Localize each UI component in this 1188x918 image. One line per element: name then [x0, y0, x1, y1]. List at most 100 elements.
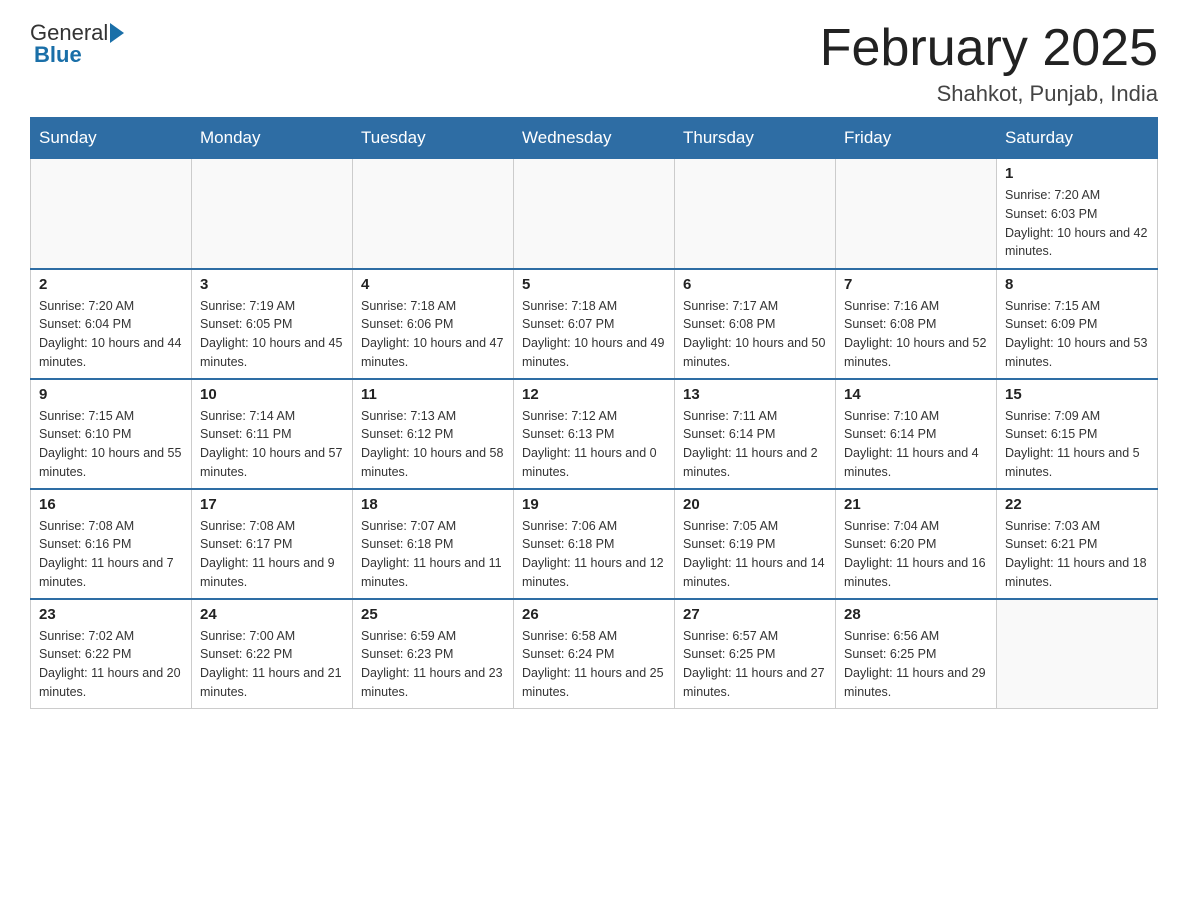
day-info: Sunrise: 7:17 AMSunset: 6:08 PMDaylight:… — [683, 297, 827, 372]
calendar-cell: 1 Sunrise: 7:20 AMSunset: 6:03 PMDaylight… — [997, 159, 1158, 269]
day-number: 13 — [683, 386, 827, 403]
calendar-cell: 3 Sunrise: 7:19 AMSunset: 6:05 PMDaylight… — [192, 269, 353, 379]
calendar-week-row: 23 Sunrise: 7:02 AMSunset: 6:22 PMDayligh… — [31, 599, 1158, 709]
day-number: 28 — [844, 606, 988, 623]
calendar-cell — [675, 159, 836, 269]
day-info: Sunrise: 7:11 AMSunset: 6:14 PMDaylight:… — [683, 407, 827, 482]
day-info: Sunrise: 7:08 AMSunset: 6:17 PMDaylight:… — [200, 517, 344, 592]
logo-blue-text: Blue — [30, 42, 82, 68]
page-header: General Blue February 2025 Shahkot, Punj… — [30, 20, 1158, 107]
day-info: Sunrise: 6:56 AMSunset: 6:25 PMDaylight:… — [844, 627, 988, 702]
day-number: 18 — [361, 496, 505, 513]
calendar-week-row: 2 Sunrise: 7:20 AMSunset: 6:04 PMDaylight… — [31, 269, 1158, 379]
calendar-header-monday: Monday — [192, 118, 353, 159]
calendar-header-friday: Friday — [836, 118, 997, 159]
day-info: Sunrise: 7:15 AMSunset: 6:09 PMDaylight:… — [1005, 297, 1149, 372]
day-info: Sunrise: 7:20 AMSunset: 6:03 PMDaylight:… — [1005, 186, 1149, 261]
calendar-cell: 26 Sunrise: 6:58 AMSunset: 6:24 PMDayligh… — [514, 599, 675, 709]
calendar-header-tuesday: Tuesday — [353, 118, 514, 159]
location-title: Shahkot, Punjab, India — [820, 81, 1158, 107]
calendar-cell: 14 Sunrise: 7:10 AMSunset: 6:14 PMDayligh… — [836, 379, 997, 489]
day-info: Sunrise: 7:19 AMSunset: 6:05 PMDaylight:… — [200, 297, 344, 372]
day-number: 25 — [361, 606, 505, 623]
day-number: 21 — [844, 496, 988, 513]
day-number: 14 — [844, 386, 988, 403]
calendar-cell: 2 Sunrise: 7:20 AMSunset: 6:04 PMDaylight… — [31, 269, 192, 379]
day-info: Sunrise: 6:58 AMSunset: 6:24 PMDaylight:… — [522, 627, 666, 702]
day-info: Sunrise: 6:59 AMSunset: 6:23 PMDaylight:… — [361, 627, 505, 702]
calendar-cell: 4 Sunrise: 7:18 AMSunset: 6:06 PMDaylight… — [353, 269, 514, 379]
title-block: February 2025 Shahkot, Punjab, India — [820, 20, 1158, 107]
logo: General Blue — [30, 20, 126, 68]
calendar-header-row: SundayMondayTuesdayWednesdayThursdayFrid… — [31, 118, 1158, 159]
calendar-cell: 27Sunrise: 6:57 AMSunset: 6:25 PMDayligh… — [675, 599, 836, 709]
day-number: 23 — [39, 606, 183, 623]
calendar-cell: 5Sunrise: 7:18 AMSunset: 6:07 PMDaylight… — [514, 269, 675, 379]
day-info: Sunrise: 7:00 AMSunset: 6:22 PMDaylight:… — [200, 627, 344, 702]
calendar-cell: 8Sunrise: 7:15 AMSunset: 6:09 PMDaylight… — [997, 269, 1158, 379]
day-info: Sunrise: 7:08 AMSunset: 6:16 PMDaylight:… — [39, 517, 183, 592]
calendar-cell: 16 Sunrise: 7:08 AMSunset: 6:16 PMDayligh… — [31, 489, 192, 599]
calendar-cell: 24 Sunrise: 7:00 AMSunset: 6:22 PMDayligh… — [192, 599, 353, 709]
calendar-cell: 25 Sunrise: 6:59 AMSunset: 6:23 PMDayligh… — [353, 599, 514, 709]
calendar-cell — [514, 159, 675, 269]
day-number: 10 — [200, 386, 344, 403]
calendar-cell: 7 Sunrise: 7:16 AMSunset: 6:08 PMDaylight… — [836, 269, 997, 379]
day-number: 6 — [683, 276, 827, 293]
day-info: Sunrise: 7:05 AMSunset: 6:19 PMDaylight:… — [683, 517, 827, 592]
day-number: 24 — [200, 606, 344, 623]
day-number: 15 — [1005, 386, 1149, 403]
calendar-week-row: 16 Sunrise: 7:08 AMSunset: 6:16 PMDayligh… — [31, 489, 1158, 599]
calendar-week-row: 1 Sunrise: 7:20 AMSunset: 6:03 PMDaylight… — [31, 159, 1158, 269]
month-title: February 2025 — [820, 20, 1158, 77]
day-info: Sunrise: 7:13 AMSunset: 6:12 PMDaylight:… — [361, 407, 505, 482]
calendar-cell: 21 Sunrise: 7:04 AMSunset: 6:20 PMDayligh… — [836, 489, 997, 599]
day-info: Sunrise: 7:02 AMSunset: 6:22 PMDaylight:… — [39, 627, 183, 702]
calendar-cell: 10 Sunrise: 7:14 AMSunset: 6:11 PMDayligh… — [192, 379, 353, 489]
calendar-cell: 23 Sunrise: 7:02 AMSunset: 6:22 PMDayligh… — [31, 599, 192, 709]
calendar-cell: 18Sunrise: 7:07 AMSunset: 6:18 PMDayligh… — [353, 489, 514, 599]
day-number: 17 — [200, 496, 344, 513]
calendar-header-wednesday: Wednesday — [514, 118, 675, 159]
day-number: 20 — [683, 496, 827, 513]
calendar-cell: 11 Sunrise: 7:13 AMSunset: 6:12 PMDayligh… — [353, 379, 514, 489]
day-number: 19 — [522, 496, 666, 513]
calendar-cell: 28 Sunrise: 6:56 AMSunset: 6:25 PMDayligh… — [836, 599, 997, 709]
calendar-cell: 19 Sunrise: 7:06 AMSunset: 6:18 PMDayligh… — [514, 489, 675, 599]
calendar-cell — [353, 159, 514, 269]
calendar-cell: 15 Sunrise: 7:09 AMSunset: 6:15 PMDayligh… — [997, 379, 1158, 489]
day-number: 16 — [39, 496, 183, 513]
day-info: Sunrise: 7:18 AMSunset: 6:06 PMDaylight:… — [361, 297, 505, 372]
calendar-cell: 12Sunrise: 7:12 AMSunset: 6:13 PMDayligh… — [514, 379, 675, 489]
day-info: Sunrise: 7:03 AMSunset: 6:21 PMDaylight:… — [1005, 517, 1149, 592]
calendar-cell: 20 Sunrise: 7:05 AMSunset: 6:19 PMDayligh… — [675, 489, 836, 599]
day-number: 2 — [39, 276, 183, 293]
day-info: Sunrise: 7:04 AMSunset: 6:20 PMDaylight:… — [844, 517, 988, 592]
calendar-cell: 22 Sunrise: 7:03 AMSunset: 6:21 PMDayligh… — [997, 489, 1158, 599]
day-info: Sunrise: 7:09 AMSunset: 6:15 PMDaylight:… — [1005, 407, 1149, 482]
day-number: 22 — [1005, 496, 1149, 513]
calendar-cell — [997, 599, 1158, 709]
calendar-cell — [31, 159, 192, 269]
calendar-header-sunday: Sunday — [31, 118, 192, 159]
day-info: Sunrise: 7:15 AMSunset: 6:10 PMDaylight:… — [39, 407, 183, 482]
day-number: 1 — [1005, 165, 1149, 182]
calendar-cell: 6 Sunrise: 7:17 AMSunset: 6:08 PMDaylight… — [675, 269, 836, 379]
day-number: 27 — [683, 606, 827, 623]
day-number: 26 — [522, 606, 666, 623]
calendar-header-thursday: Thursday — [675, 118, 836, 159]
day-info: Sunrise: 7:16 AMSunset: 6:08 PMDaylight:… — [844, 297, 988, 372]
day-info: Sunrise: 7:06 AMSunset: 6:18 PMDaylight:… — [522, 517, 666, 592]
day-number: 7 — [844, 276, 988, 293]
calendar-header-saturday: Saturday — [997, 118, 1158, 159]
calendar-week-row: 9 Sunrise: 7:15 AMSunset: 6:10 PMDaylight… — [31, 379, 1158, 489]
day-info: Sunrise: 7:20 AMSunset: 6:04 PMDaylight:… — [39, 297, 183, 372]
day-info: Sunrise: 7:10 AMSunset: 6:14 PMDaylight:… — [844, 407, 988, 482]
logo-arrow-icon — [110, 23, 124, 43]
day-info: Sunrise: 7:14 AMSunset: 6:11 PMDaylight:… — [200, 407, 344, 482]
day-number: 9 — [39, 386, 183, 403]
day-number: 3 — [200, 276, 344, 293]
calendar-cell: 17 Sunrise: 7:08 AMSunset: 6:17 PMDayligh… — [192, 489, 353, 599]
day-number: 11 — [361, 386, 505, 403]
day-number: 4 — [361, 276, 505, 293]
